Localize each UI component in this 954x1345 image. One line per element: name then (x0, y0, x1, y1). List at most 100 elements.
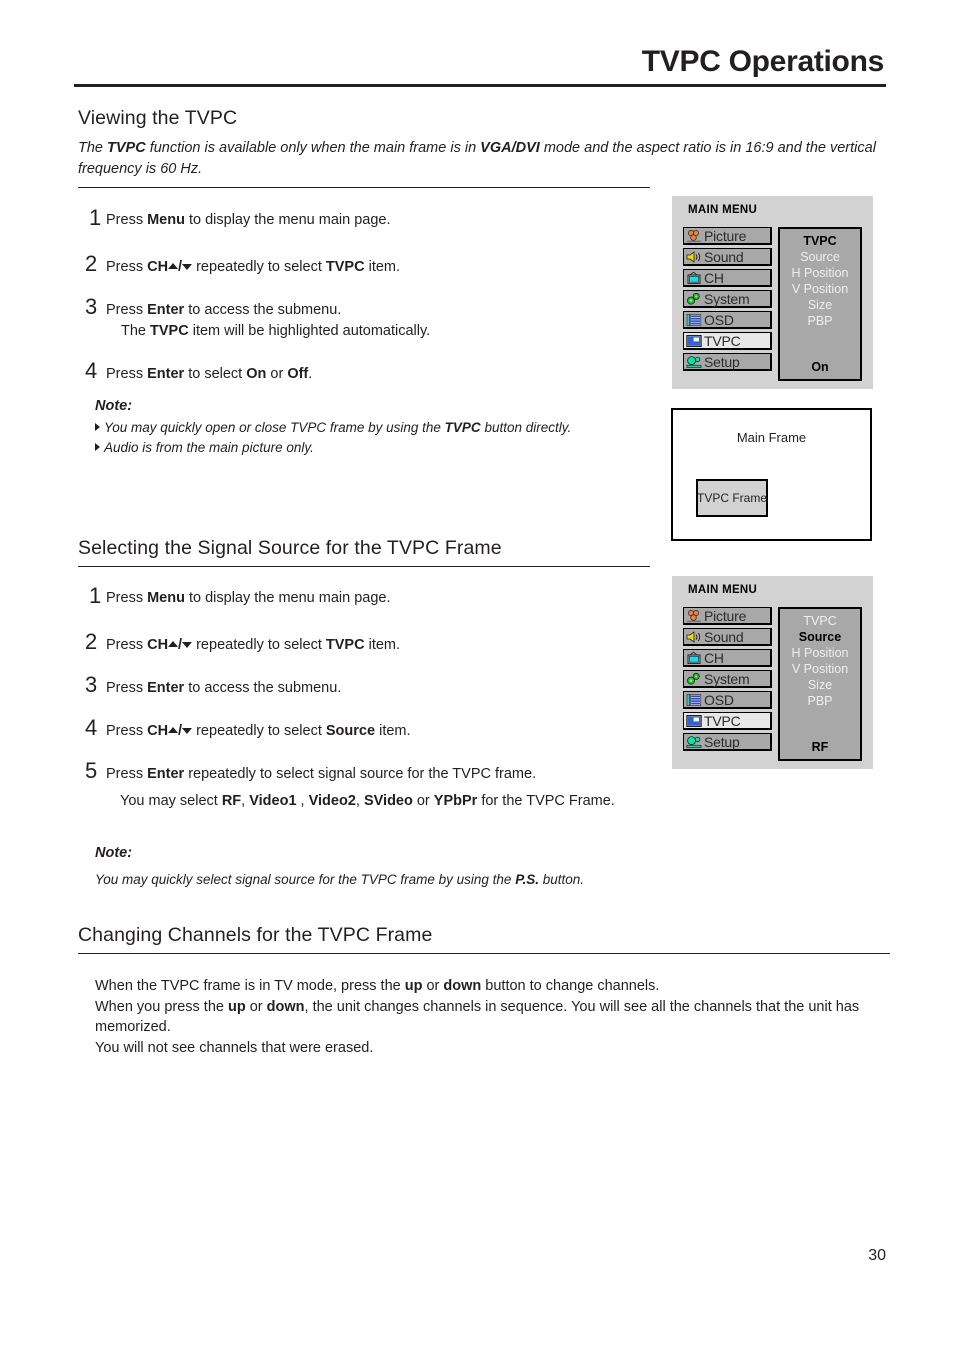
step-text-a: Press (106, 590, 148, 606)
sub-text-p5: or (412, 793, 434, 810)
note-line: You may quickly select signal source for… (95, 870, 695, 890)
osd-item-label: CH (704, 269, 724, 286)
step-text-c: repeatedly to select (192, 637, 326, 654)
osd-item-ch[interactable]: CH (683, 649, 772, 667)
osd-submenu-item-source[interactable]: Source (780, 249, 860, 265)
step-key-menu: Menu (147, 212, 185, 228)
source-option-video2: Video2 (308, 793, 356, 810)
osd-submenu-item-pbp[interactable]: PBP (780, 693, 860, 709)
osd-item-system[interactable]: System (683, 670, 772, 688)
osd-item-osd[interactable]: OSD (683, 691, 772, 709)
osd-submenu-item-v-position[interactable]: V Position (780, 281, 860, 297)
osd-submenu-item-size[interactable]: Size (780, 677, 860, 693)
step-text-c: to display the menu main page. (184, 590, 391, 606)
step-text-a: Press (106, 259, 148, 276)
step-text: Press Enter to access the submenu. (106, 678, 658, 699)
steps-list-signal-source: 1 Press Menu to display the menu main pa… (78, 585, 658, 820)
note-text-a: You may quickly open or close TVPC frame… (104, 420, 445, 435)
osd-submenu-item-v-position[interactable]: V Position (780, 661, 860, 677)
osd-submenu-item-h-position[interactable]: H Position (780, 645, 860, 661)
picture-icon (686, 609, 702, 623)
step-text-a: Press (106, 680, 148, 697)
step-text-c: repeatedly to select (192, 723, 326, 740)
step-number: 1 (89, 205, 102, 230)
note-text-a: You may quickly select signal source for… (95, 872, 516, 887)
step-item: 2 Press CH / repeatedly to select TVPC it… (78, 253, 658, 278)
step-key-tvpc: TVPC (325, 637, 365, 654)
osd-submenu-value: RF (811, 740, 829, 754)
osd-item-label: TVPC (704, 712, 741, 729)
osd-submenu-item-pbp[interactable]: PBP (780, 313, 860, 329)
osd-submenu-item-size[interactable]: Size (780, 297, 860, 313)
step-text-a: Press (106, 302, 148, 319)
step-item: 4 Press Enter to select On or Off. (78, 360, 658, 385)
page-number: 30 (868, 1247, 886, 1264)
step-text-c: to access the submenu. (184, 302, 342, 319)
changing-channels-body: When the TVPC frame is in TV mode, press… (95, 976, 885, 1059)
body-text-c: or (422, 978, 444, 994)
osd-item-system[interactable]: System (683, 290, 772, 308)
step-key-enter: Enter (147, 302, 185, 319)
note-line: Audio is from the main picture only. (95, 438, 655, 458)
step-key-ch: CH (147, 637, 169, 654)
osd-item-label: Sound (704, 248, 744, 265)
osd-item-sound[interactable]: Sound (683, 628, 772, 646)
osd-submenu-item-source[interactable]: Source (780, 629, 860, 645)
osd-item-label: OSD (704, 311, 734, 328)
tvpc-icon (686, 714, 702, 728)
body-line-1: When the TVPC frame is in TV mode, press… (95, 976, 885, 997)
step-text-c: repeatedly to select (192, 259, 326, 276)
intro-bold-tvpc: TVPC (107, 140, 146, 157)
step-item: 2 Press CH / repeatedly to select TVPC it… (78, 631, 658, 656)
osd-submenu-item-h-position[interactable]: H Position (780, 265, 860, 281)
osd-item-ch[interactable]: CH (683, 269, 772, 287)
step-subtext-c: item will be highlighted automatically. (188, 323, 431, 340)
osd-item-sound[interactable]: Sound (683, 248, 772, 266)
steps-list-viewing: 1 Press Menu to display the menu main pa… (78, 205, 658, 399)
step-text: Press Enter to select On or Off. (106, 364, 658, 385)
osd-submenu-panel: TVPC Source H Position V Position Size P… (778, 607, 862, 761)
osd-item-picture[interactable]: Picture (683, 227, 772, 245)
osd-item-setup[interactable]: Setup (683, 353, 772, 371)
osd-heading: MAIN MENU (688, 204, 758, 216)
system-icon (686, 292, 702, 306)
step-text-a: Press (106, 366, 148, 383)
osd-item-label: OSD (704, 691, 734, 708)
picture-icon (686, 229, 702, 243)
osd-item-tvpc[interactable]: TVPC (683, 332, 772, 350)
intro-text-b: function is available only when the main… (145, 140, 481, 157)
osd-item-osd[interactable]: OSD (683, 311, 772, 329)
step-subtext-a: The (121, 323, 151, 340)
step-text: Press CH / repeatedly to select Source it… (106, 721, 658, 742)
osd-item-label: TVPC (704, 332, 741, 349)
step-text: Press Menu to display the menu main page… (106, 210, 658, 231)
body-text-e: button to change channels. (481, 978, 660, 994)
note-label: Note: (95, 845, 133, 861)
step-number: 4 (85, 358, 98, 384)
source-option-rf: RF (221, 793, 242, 810)
osd-item-label: System (704, 670, 750, 687)
section-heading: Selecting the Signal Source for the TVPC… (78, 537, 502, 559)
osd-item-label: CH (704, 649, 724, 666)
osd-item-tvpc[interactable]: TVPC (683, 712, 772, 730)
osd-submenu-panel: TVPC Source H Position V Position Size P… (778, 227, 862, 381)
osd-item-setup[interactable]: Setup (683, 733, 772, 751)
note-key-ps: P.S. (515, 872, 539, 887)
step-text-e: item. (375, 723, 411, 740)
sound-icon (686, 250, 702, 264)
step-text-a: Press (106, 212, 148, 228)
step-key-source: Source (325, 723, 376, 740)
arrow-up-icon (168, 263, 179, 270)
step-item: 1 Press Menu to display the menu main pa… (78, 585, 658, 609)
osd-item-picture[interactable]: Picture (683, 607, 772, 625)
system-icon (686, 672, 702, 686)
body-line-3: You will not see channels that were eras… (95, 1040, 374, 1057)
note-line: You may quickly open or close TVPC frame… (95, 418, 655, 438)
body-line-2: When you press the up or down, the unit … (95, 997, 885, 1038)
body-key-down: down (266, 998, 305, 1015)
step-number: 2 (85, 251, 98, 277)
note-text-c: button. (538, 872, 585, 887)
step-key-on: On (246, 366, 267, 383)
osd-main-menu-list: Picture Sound CH System OSD TVPC Setup (683, 607, 772, 761)
sound-icon (686, 630, 702, 644)
